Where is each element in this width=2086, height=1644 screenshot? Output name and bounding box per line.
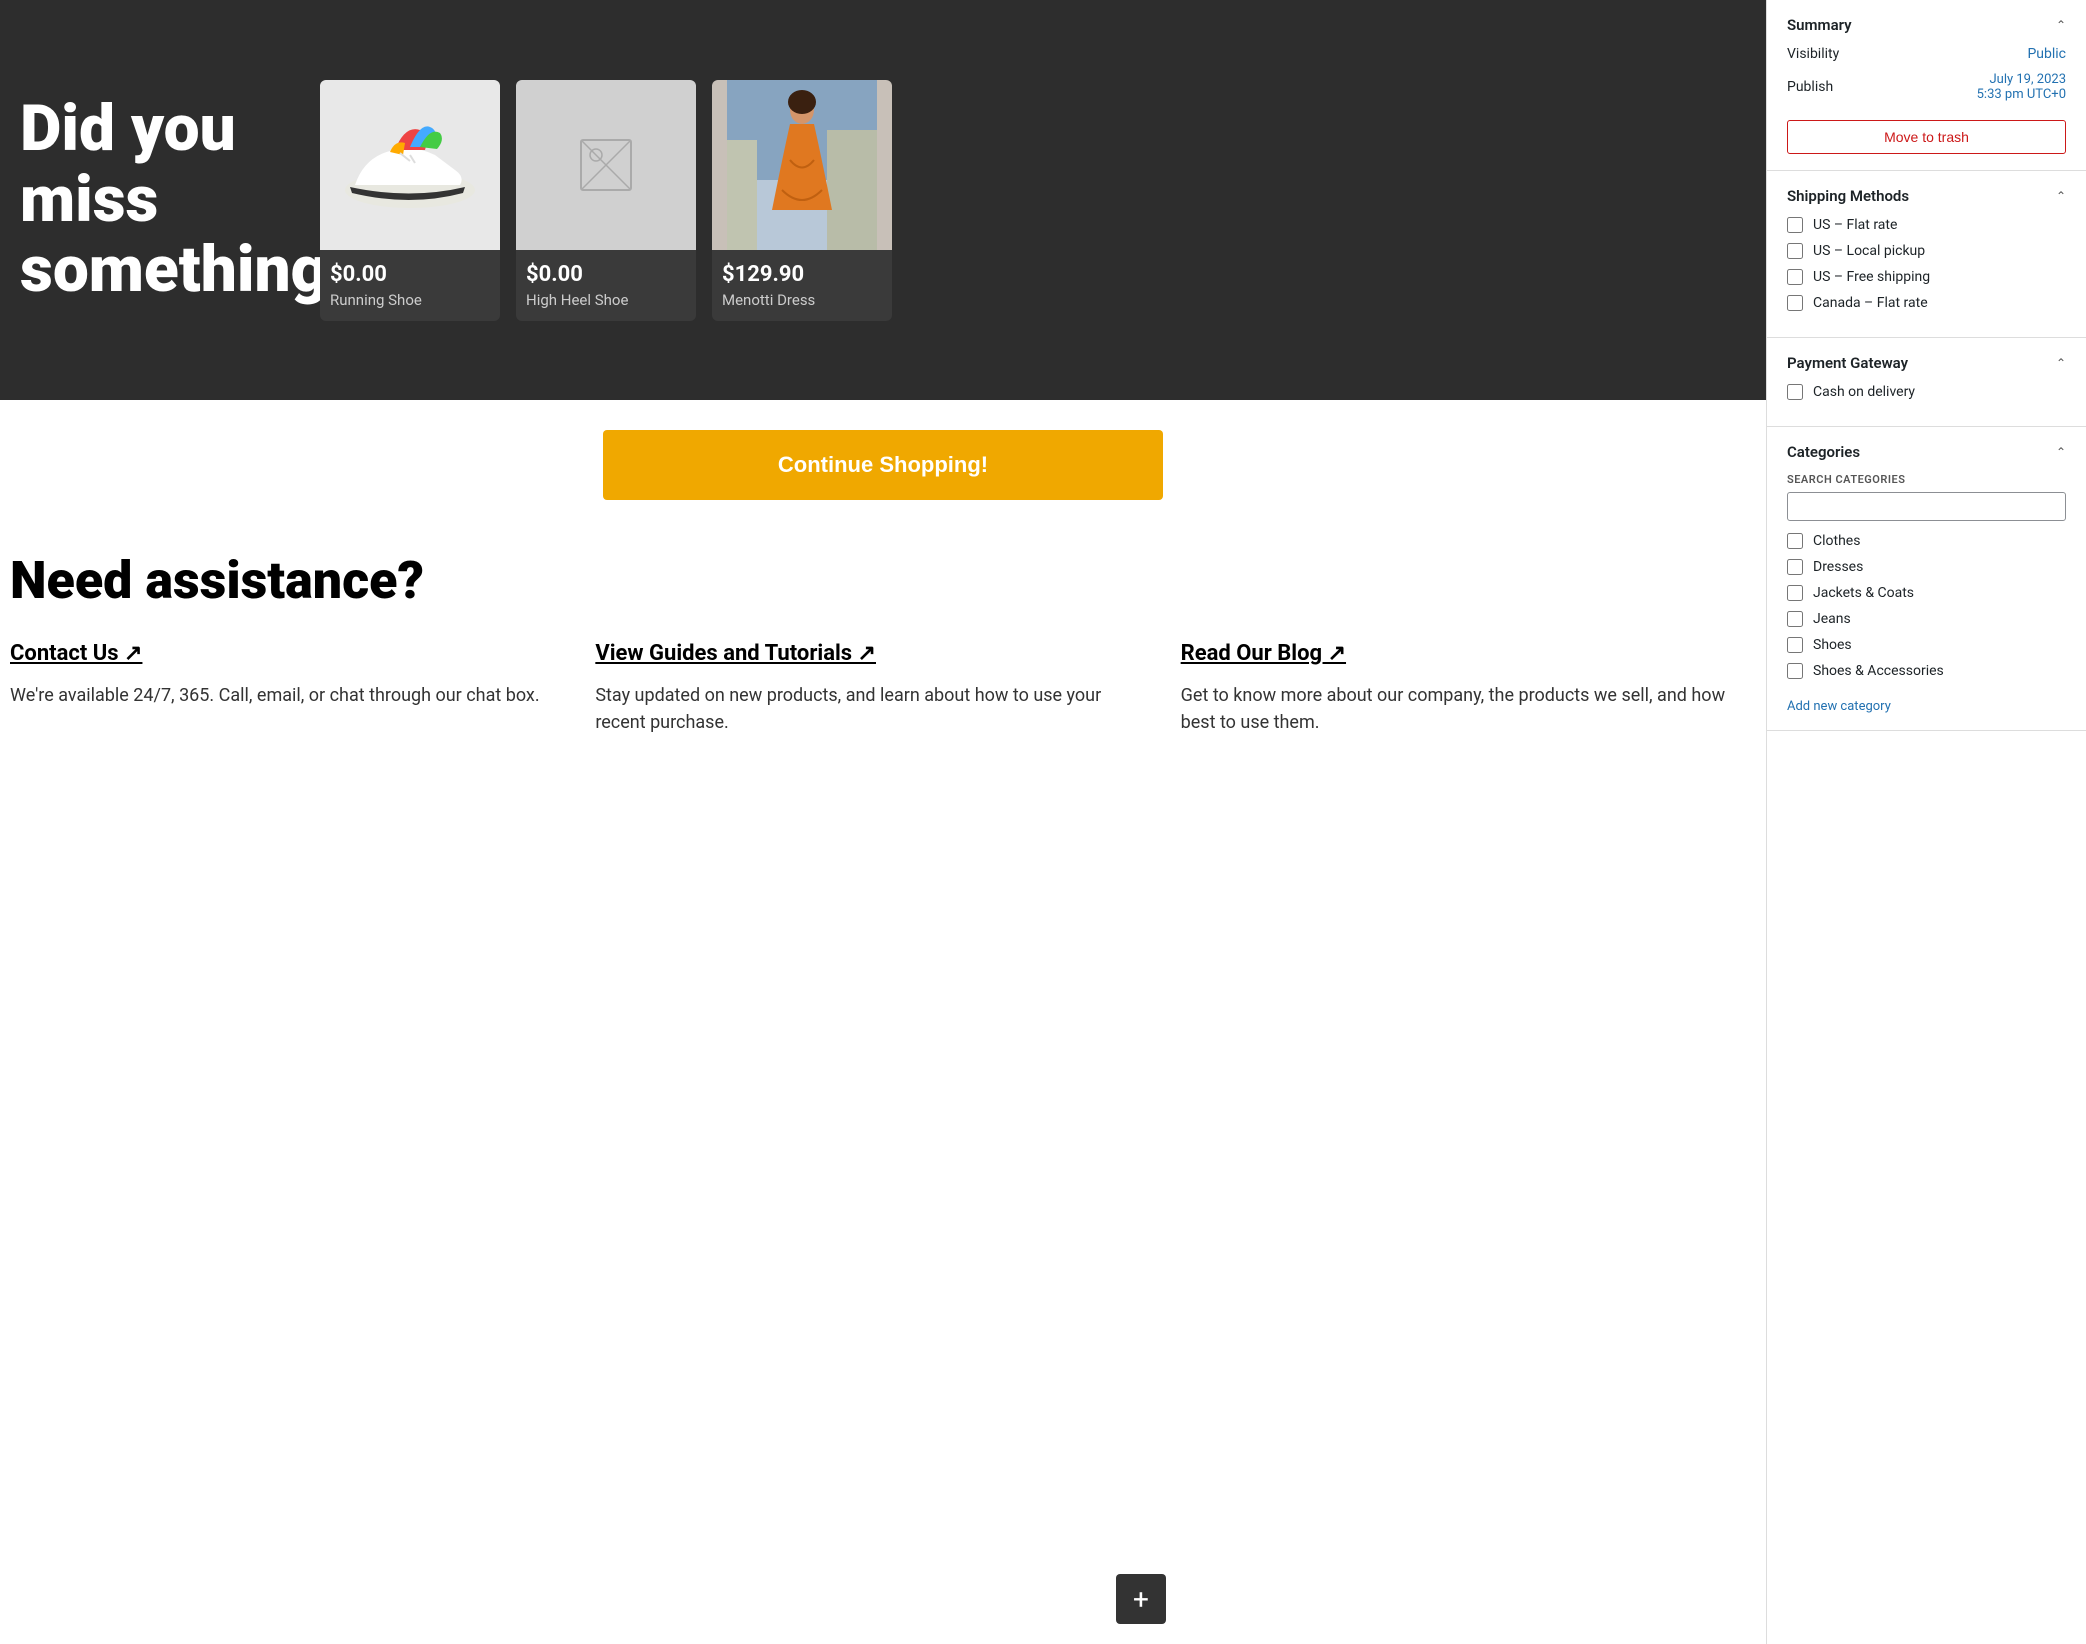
guides-desc: Stay updated on new products, and learn … [595,682,1150,736]
payment-method-row-0: Cash on delivery [1787,384,2066,400]
visibility-label: Visibility [1787,46,1839,62]
search-categories-label: SEARCH CATEGORIES [1787,473,2066,486]
categories-title: Categories [1787,443,1860,461]
blog-desc: Get to know more about our company, the … [1181,682,1736,736]
payment-title: Payment Gateway [1787,354,1908,372]
category-row-1: Dresses [1787,559,2066,575]
category-label-4: Shoes [1813,637,1852,653]
float-add-button[interactable]: + [1116,1574,1166,1624]
categories-list: Clothes Dresses Jackets & Coats Jeans Shoes S… [1787,533,2066,689]
product-price-2: $0.00 [526,262,686,287]
shipping-method-checkbox-0[interactable] [1787,217,1803,233]
product-card-3-info: $129.90 Menotti Dress [712,250,892,321]
product-cards: $0.00 Running Shoe $0.00 High Heel Sho [320,80,1746,321]
product-card-2-info: $0.00 High Heel Shoe [516,250,696,321]
categories-chevron-icon[interactable]: ⌃ [2056,445,2066,459]
shipping-method-checkbox-2[interactable] [1787,269,1803,285]
category-checkbox-0[interactable] [1787,533,1803,549]
shipping-method-checkbox-3[interactable] [1787,295,1803,311]
left-panel: Did you miss something? [0,0,1766,1644]
payment-chevron-icon[interactable]: ⌃ [2056,356,2066,370]
product-price-1: $0.00 [330,262,490,287]
product-card-1-info: $0.00 Running Shoe [320,250,500,321]
category-row-2: Jackets & Coats [1787,585,2066,601]
summary-chevron-icon[interactable]: ⌃ [2056,18,2066,32]
category-label-3: Jeans [1813,611,1851,627]
summary-visibility-row: Visibility Public [1787,46,2066,62]
payment-method-label-0: Cash on delivery [1813,384,1915,400]
shipping-method-label-3: Canada – Flat rate [1813,295,1928,311]
product-card-1[interactable]: $0.00 Running Shoe [320,80,500,321]
category-label-5: Shoes & Accessories [1813,663,1944,679]
publish-value[interactable]: July 19, 2023 5:33 pm UTC+0 [1977,72,2066,102]
hero-section: Did you miss something? [0,0,1766,400]
continue-shopping-button[interactable]: Continue Shopping! [603,430,1163,500]
shipping-title: Shipping Methods [1787,187,1909,205]
shipping-header: Shipping Methods ⌃ [1787,187,2066,205]
publish-date-line2: 5:33 pm UTC+0 [1977,87,2066,102]
shipping-method-checkbox-1[interactable] [1787,243,1803,259]
product-image-2 [516,80,696,250]
assistance-grid: Contact Us ↗ We're available 24/7, 365. … [10,641,1736,736]
contact-us-link[interactable]: Contact Us ↗ [10,641,142,666]
shipping-method-row-0: US – Flat rate [1787,217,2066,233]
shipping-methods-list: US – Flat rate US – Local pickup US – Free… [1787,217,2066,311]
shipping-chevron-icon[interactable]: ⌃ [2056,189,2066,203]
payment-header: Payment Gateway ⌃ [1787,354,2066,372]
contact-us-desc: We're available 24/7, 365. Call, email, … [10,682,565,709]
shipping-section: Shipping Methods ⌃ US – Flat rate US – Lo… [1767,171,2086,338]
blog-link[interactable]: Read Our Blog ↗ [1181,641,1346,666]
category-row-5: Shoes & Accessories [1787,663,2066,679]
category-row-0: Clothes [1787,533,2066,549]
shipping-method-label-0: US – Flat rate [1813,217,1897,233]
visibility-value[interactable]: Public [2027,46,2066,62]
shipping-method-row-3: Canada – Flat rate [1787,295,2066,311]
summary-title: Summary [1787,16,1852,34]
shipping-method-row-2: US – Free shipping [1787,269,2066,285]
move-to-trash-button[interactable]: Move to trash [1787,120,2066,154]
payment-methods-list: Cash on delivery [1787,384,2066,400]
payment-section: Payment Gateway ⌃ Cash on delivery [1767,338,2086,427]
categories-section: Categories ⌃ SEARCH CATEGORIES Clothes Dr… [1767,427,2086,731]
product-price-3: $129.90 [722,262,882,287]
category-checkbox-1[interactable] [1787,559,1803,575]
category-label-1: Dresses [1813,559,1863,575]
category-row-4: Shoes [1787,637,2066,653]
categories-header: Categories ⌃ [1787,443,2066,461]
assistance-section: Need assistance? Contact Us ↗ We're avai… [0,530,1766,776]
payment-method-checkbox-0[interactable] [1787,384,1803,400]
guides-link[interactable]: View Guides and Tutorials ↗ [595,641,876,666]
product-image-3 [712,80,892,250]
product-name-2: High Heel Shoe [526,291,686,309]
summary-section: Summary ⌃ Visibility Public Publish July… [1767,0,2086,171]
category-label-2: Jackets & Coats [1813,585,1914,601]
continue-shopping-wrap: Continue Shopping! [0,400,1766,530]
category-checkbox-4[interactable] [1787,637,1803,653]
category-label-0: Clothes [1813,533,1860,549]
shipping-method-label-1: US – Local pickup [1813,243,1925,259]
product-card-2[interactable]: $0.00 High Heel Shoe [516,80,696,321]
category-checkbox-5[interactable] [1787,663,1803,679]
summary-publish-row: Publish July 19, 2023 5:33 pm UTC+0 [1787,72,2066,102]
product-card-3[interactable]: $129.90 Menotti Dress [712,80,892,321]
product-name-3: Menotti Dress [722,291,882,309]
category-row-3: Jeans [1787,611,2066,627]
publish-label: Publish [1787,79,1833,95]
right-sidebar: Summary ⌃ Visibility Public Publish July… [1766,0,2086,1644]
product-image-1 [320,80,500,250]
assistance-title: Need assistance? [10,550,1736,611]
category-checkbox-2[interactable] [1787,585,1803,601]
hero-headline: Did you miss something? [20,94,300,305]
assistance-item-1: Contact Us ↗ We're available 24/7, 365. … [10,641,565,736]
summary-header: Summary ⌃ [1787,16,2066,34]
assistance-item-2: View Guides and Tutorials ↗ Stay updated… [595,641,1150,736]
category-checkbox-3[interactable] [1787,611,1803,627]
assistance-item-3: Read Our Blog ↗ Get to know more about o… [1181,641,1736,736]
product-name-1: Running Shoe [330,291,490,309]
shipping-method-row-1: US – Local pickup [1787,243,2066,259]
search-categories-input[interactable] [1787,492,2066,521]
add-category-link[interactable]: Add new category [1787,699,2066,714]
publish-date-line1: July 19, 2023 [1990,72,2067,87]
shipping-method-label-2: US – Free shipping [1813,269,1930,285]
